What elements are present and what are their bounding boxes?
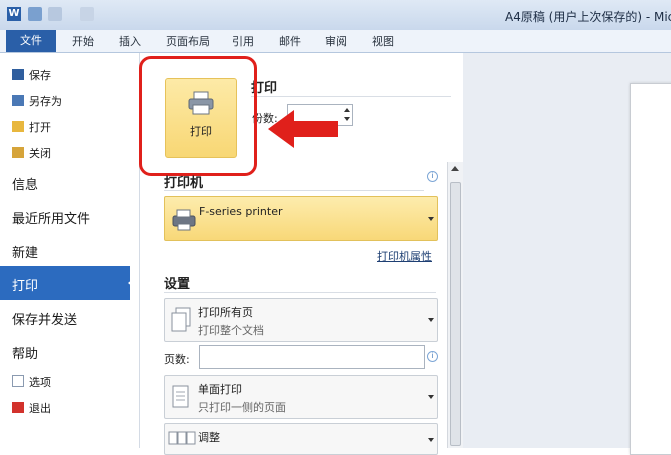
tab-references[interactable]: 引用 [232, 33, 254, 49]
nav-close-label: 关闭 [29, 147, 51, 160]
nav-new[interactable]: 新建 [12, 242, 38, 261]
chevron-down-icon [428, 395, 434, 399]
printer-section-title: 打印机 [164, 176, 204, 191]
quick-save-icon[interactable] [28, 7, 42, 21]
sides-desc: 只打印一侧的页面 [198, 401, 286, 414]
redo-icon[interactable] [80, 7, 94, 21]
tab-page-layout[interactable]: 页面布局 [166, 33, 210, 49]
chevron-down-icon [428, 217, 434, 221]
tab-review[interactable]: 审阅 [325, 33, 347, 49]
collate-title: 调整 [198, 431, 220, 444]
printer-icon [172, 209, 196, 231]
collate-dropdown[interactable]: 调整 [164, 423, 438, 455]
tab-file[interactable]: 文件 [6, 30, 56, 52]
options-icon [12, 375, 24, 387]
settings-section-title: 设置 [164, 277, 191, 292]
divider [251, 96, 451, 97]
nav-options[interactable]: 选项 [12, 374, 51, 390]
scroll-thumb[interactable] [450, 182, 461, 446]
nav-open-label: 打开 [29, 121, 51, 134]
collate-icon [168, 431, 196, 445]
tab-home[interactable]: 开始 [72, 33, 94, 49]
nav-save-as[interactable]: 另存为 [12, 93, 62, 109]
nav-save-label: 保存 [29, 69, 51, 82]
nav-print-label: 打印 [12, 279, 39, 294]
nav-save[interactable]: 保存 [12, 67, 51, 83]
nav-save-send[interactable]: 保存并发送 [12, 309, 77, 328]
panel-scrollbar[interactable] [447, 162, 463, 448]
nav-close[interactable]: 关闭 [12, 145, 51, 161]
nav-options-label: 选项 [29, 376, 51, 389]
scroll-up-icon[interactable] [451, 166, 459, 171]
selected-pointer [128, 275, 138, 291]
print-range-title: 打印所有页 [198, 306, 253, 319]
title-bar: W A4原稿 (用户上次保存的) - Micros [0, 0, 671, 30]
nav-save-as-label: 另存为 [29, 95, 62, 108]
print-range-desc: 打印整个文档 [198, 324, 264, 337]
print-range-dropdown[interactable]: 打印所有页 打印整个文档 [164, 298, 438, 342]
nav-help[interactable]: 帮助 [12, 343, 38, 362]
printer-dropdown[interactable]: F-series printer [164, 196, 438, 241]
divider [164, 292, 436, 293]
pages-input[interactable] [199, 345, 425, 369]
undo-icon[interactable] [48, 7, 62, 21]
nav-info[interactable]: 信息 [12, 174, 38, 193]
chevron-down-icon [428, 438, 434, 442]
printer-properties-link[interactable]: 打印机属性 [377, 248, 432, 264]
exit-icon [12, 402, 24, 413]
spin-up-icon[interactable] [344, 108, 350, 112]
preview-page [630, 83, 671, 455]
single-side-icon [172, 385, 189, 408]
sides-title: 单面打印 [198, 383, 242, 396]
highlight-box [139, 56, 257, 176]
nav-recent[interactable]: 最近所用文件 [12, 208, 90, 227]
red-arrow-icon [268, 110, 338, 148]
spin-down-icon[interactable] [344, 117, 350, 121]
info-icon[interactable]: i [427, 171, 438, 182]
window-title: A4原稿 (用户上次保存的) - Micros [505, 10, 671, 24]
tab-insert[interactable]: 插入 [119, 33, 141, 49]
save-icon [12, 69, 24, 80]
word-app-icon: W [7, 7, 21, 21]
save-as-icon [12, 95, 24, 106]
nav-exit[interactable]: 退出 [12, 400, 51, 416]
nav-open[interactable]: 打开 [12, 119, 51, 135]
chevron-down-icon [428, 318, 434, 322]
close-doc-icon [12, 147, 24, 158]
nav-exit-label: 退出 [29, 402, 51, 415]
printer-name: F-series printer [199, 205, 283, 218]
ribbon-tabs: 文件 开始 插入 页面布局 引用 邮件 审阅 视图 [0, 30, 671, 53]
sides-dropdown[interactable]: 单面打印 只打印一侧的页面 [164, 375, 438, 419]
tab-view[interactable]: 视图 [372, 33, 394, 49]
tab-mailings[interactable]: 邮件 [279, 33, 301, 49]
info-icon[interactable]: i [427, 351, 438, 362]
pages-label: 页数: [164, 353, 190, 366]
divider [164, 190, 424, 191]
open-folder-icon [12, 121, 24, 132]
pages-icon [171, 307, 191, 332]
